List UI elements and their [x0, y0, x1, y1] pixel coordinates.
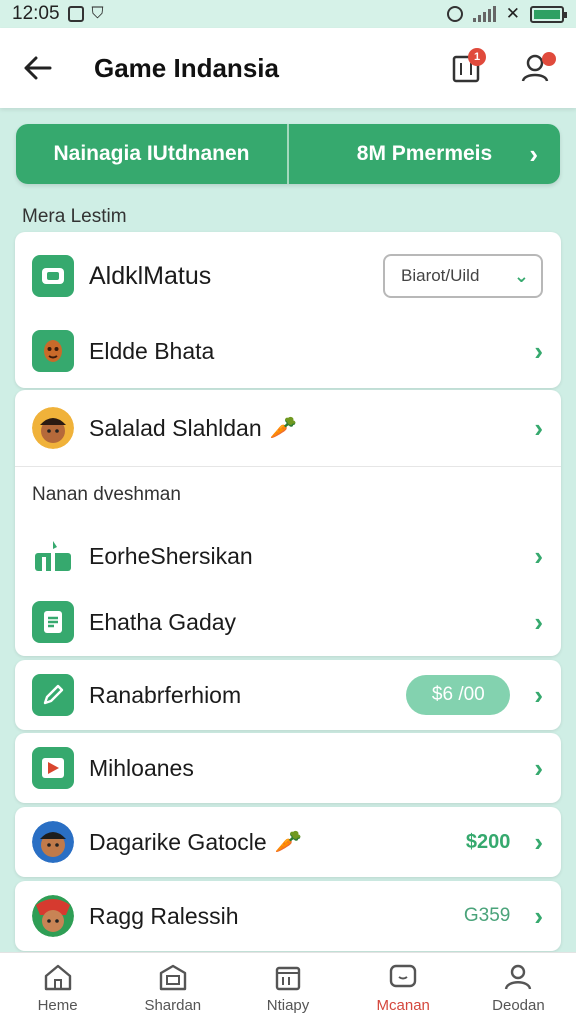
status-bar: 12:05 ⛉ ✕ — [0, 0, 576, 28]
chevron-right-icon: › — [534, 900, 543, 931]
profile-button[interactable] — [516, 48, 556, 88]
list-item[interactable]: Dagarike Gatocle 🥕 $200 › — [15, 807, 561, 877]
list-item-label: Dagarike Gatocle — [89, 828, 267, 855]
list-item[interactable]: Mihloanes › — [15, 733, 561, 803]
chevron-right-icon: › — [534, 826, 543, 857]
user-icon — [505, 964, 532, 990]
top-banner: Nainagia IUtdnanen 8M Pmermeis › — [16, 124, 560, 184]
page-title: Game Indansia — [94, 52, 279, 83]
list-item-label: Ranabrferhiom — [89, 681, 242, 708]
notifications-button[interactable]: 1 — [446, 48, 486, 88]
banner-left-label: Nainagia IUtdnanen — [53, 142, 250, 165]
game-controller-icon — [32, 255, 74, 297]
carrot-icon: 🥕 — [274, 829, 303, 854]
signal-icon — [472, 6, 496, 22]
banner-right-button[interactable]: 8M Pmermeis › — [289, 124, 560, 184]
amount-label: $200 — [465, 830, 511, 853]
card-4: Mihloanes › — [15, 733, 561, 803]
play-icon — [32, 747, 74, 789]
mask-icon — [32, 330, 74, 372]
media-icon — [67, 6, 84, 22]
list-item-label: Ragg Ralessih — [89, 902, 239, 929]
store-icon — [159, 964, 186, 991]
nav-item-home[interactable]: Heme — [0, 953, 115, 1024]
profile-badge — [542, 52, 556, 66]
list-item[interactable]: Salalad Slahldan 🥕 › — [15, 390, 561, 466]
category-select[interactable]: Biarot/Uild ⌄ — [383, 254, 543, 298]
status-time: 12:05 — [12, 3, 60, 24]
list-item-label: EorheShersikan — [89, 542, 253, 569]
nav-label: Ntiapy — [266, 997, 310, 1014]
list-item-label: Ehatha Gaday — [89, 608, 237, 635]
card-1: AldklMatus Biarot/Uild ⌄ Eldde Bhata › — [15, 232, 561, 388]
carrot-icon: 🥕 — [269, 415, 298, 440]
app-bar: Game Indansia 1 — [0, 28, 576, 108]
chevron-right-icon: › — [529, 138, 538, 169]
section-label: Mera Lestim — [22, 206, 127, 227]
avatar — [32, 821, 74, 863]
home-icon — [44, 964, 71, 991]
banner-right-label: 8M Pmermeis — [356, 142, 493, 165]
card-3: Ranabrferhiom $6 /00 › — [15, 660, 561, 730]
nav-item-messages[interactable]: Mcanan — [346, 953, 461, 1024]
back-arrow-icon[interactable] — [14, 44, 62, 92]
chevron-right-icon: › — [534, 335, 543, 366]
avatar — [32, 895, 74, 937]
select-value: Biarot/Uild — [401, 266, 480, 285]
library-icon — [275, 966, 301, 991]
list-item[interactable]: AldklMatus Biarot/Uild ⌄ — [15, 232, 561, 320]
notification-badge: 1 — [468, 48, 486, 66]
sub-section-label: Nanan dveshman — [32, 484, 181, 505]
nav-label: Shardan — [144, 997, 202, 1014]
nav-label: Mcanan — [376, 997, 430, 1014]
list-item[interactable]: Ranabrferhiom $6 /00 › — [15, 660, 561, 730]
list-item[interactable]: Ehatha Gaday › — [15, 589, 561, 655]
bar-chart-icon — [32, 535, 74, 577]
nav-item-profile[interactable]: Deodan — [461, 953, 576, 1024]
battery-icon — [530, 5, 567, 23]
document-icon — [32, 601, 74, 643]
nav-label: Deodan — [492, 997, 545, 1014]
card-6: Ragg Ralessih G359 › — [15, 881, 561, 951]
banner-left-button[interactable]: Nainagia IUtdnanen — [16, 124, 287, 184]
chevron-right-icon: › — [534, 412, 543, 443]
chevron-right-icon: › — [534, 606, 543, 637]
wifi-off-icon: ✕ — [505, 4, 520, 23]
list-item-label: Eldde Bhata — [89, 337, 215, 364]
nav-item-store[interactable]: Shardan — [115, 953, 230, 1024]
shield-icon: ⛉ — [91, 5, 104, 22]
amount-label: G359 — [463, 905, 511, 926]
list-item-label: AldklMatus — [89, 261, 212, 290]
chevron-right-icon: › — [534, 679, 543, 710]
bottom-navigation: Heme Shardan Ntiapy Mcanan Deodan — [0, 952, 576, 1024]
list-item[interactable]: Ragg Ralessih G359 › — [15, 881, 561, 951]
avatar — [32, 407, 74, 449]
message-icon — [390, 964, 417, 988]
chevron-right-icon: › — [534, 540, 543, 571]
chevron-down-icon: ⌄ — [513, 265, 529, 286]
list-item[interactable]: Eldde Bhata › — [15, 320, 561, 382]
list-item-label: Mihloanes — [89, 754, 194, 781]
alarm-icon — [446, 6, 463, 22]
card-5: Dagarike Gatocle 🥕 $200 › — [15, 807, 561, 877]
nav-item-library[interactable]: Ntiapy — [230, 953, 345, 1024]
list-item[interactable]: EorheShersikan › — [15, 523, 561, 589]
card-2: Salalad Slahldan 🥕 › Nanan dveshman Eorh… — [15, 390, 561, 656]
price-pill: $6 /00 — [406, 675, 511, 715]
list-item-label: Salalad Slahldan — [89, 414, 262, 441]
pencil-icon — [32, 674, 74, 716]
nav-label: Heme — [37, 997, 78, 1014]
chevron-right-icon: › — [534, 752, 543, 783]
